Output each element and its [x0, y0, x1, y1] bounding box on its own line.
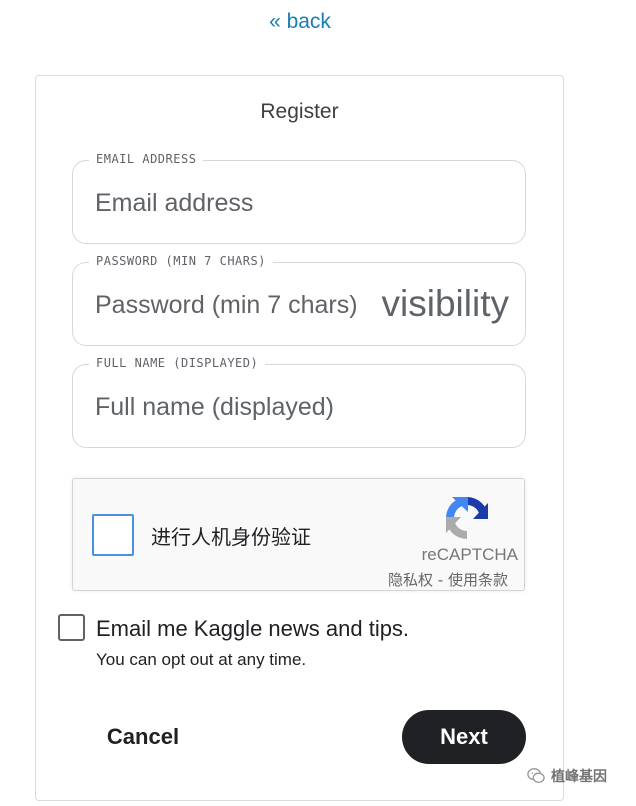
recaptcha-terms-link[interactable]: 使用条款 — [448, 571, 508, 589]
recaptcha-privacy-link[interactable]: 隐私权 — [388, 571, 433, 589]
full-name-field-container: FULL NAME (DISPLAYED) — [72, 356, 526, 448]
email-field[interactable] — [95, 183, 495, 223]
register-card: Register EMAIL ADDRESS PASSWORD (MIN 7 C… — [35, 75, 564, 801]
recaptcha-checkbox[interactable] — [92, 514, 134, 556]
recaptcha-checkbox-label: 进行人机身份验证 — [151, 525, 311, 549]
recaptcha-logo-icon — [446, 497, 488, 539]
recaptcha-links: 隐私权 - 使用条款 — [388, 569, 508, 590]
watermark-text: 植峰基因 — [551, 769, 607, 785]
newsletter-optin-label[interactable]: Email me Kaggle news and tips. — [96, 616, 409, 642]
full-name-field-legend: FULL NAME (DISPLAYED) — [89, 356, 266, 370]
cancel-button[interactable]: Cancel — [84, 710, 202, 764]
back-link[interactable]: « back — [0, 10, 600, 34]
watermark: 植峰基因 — [527, 766, 607, 786]
recaptcha-brand: reCAPTCHA — [421, 545, 518, 564]
newsletter-optin-checkbox[interactable] — [58, 614, 85, 641]
recaptcha-widget: 进行人机身份验证 reCAPTCHA 隐私权 - 使用条款 — [72, 478, 525, 591]
email-field-legend: EMAIL ADDRESS — [89, 152, 204, 166]
wechat-icon — [527, 768, 545, 783]
full-name-field[interactable] — [95, 387, 495, 427]
newsletter-optin-sublabel: You can opt out at any time. — [96, 650, 307, 669]
recaptcha-link-separator: - — [433, 571, 448, 589]
password-field-legend: PASSWORD (MIN 7 CHARS) — [89, 254, 273, 268]
next-button[interactable]: Next — [402, 710, 526, 764]
email-field-container: EMAIL ADDRESS — [72, 152, 526, 244]
visibility-toggle-icon[interactable]: visibility — [382, 283, 509, 325]
password-field[interactable] — [95, 285, 357, 325]
password-field-container: PASSWORD (MIN 7 CHARS) visibility — [72, 254, 526, 346]
page-title: Register — [260, 100, 339, 123]
